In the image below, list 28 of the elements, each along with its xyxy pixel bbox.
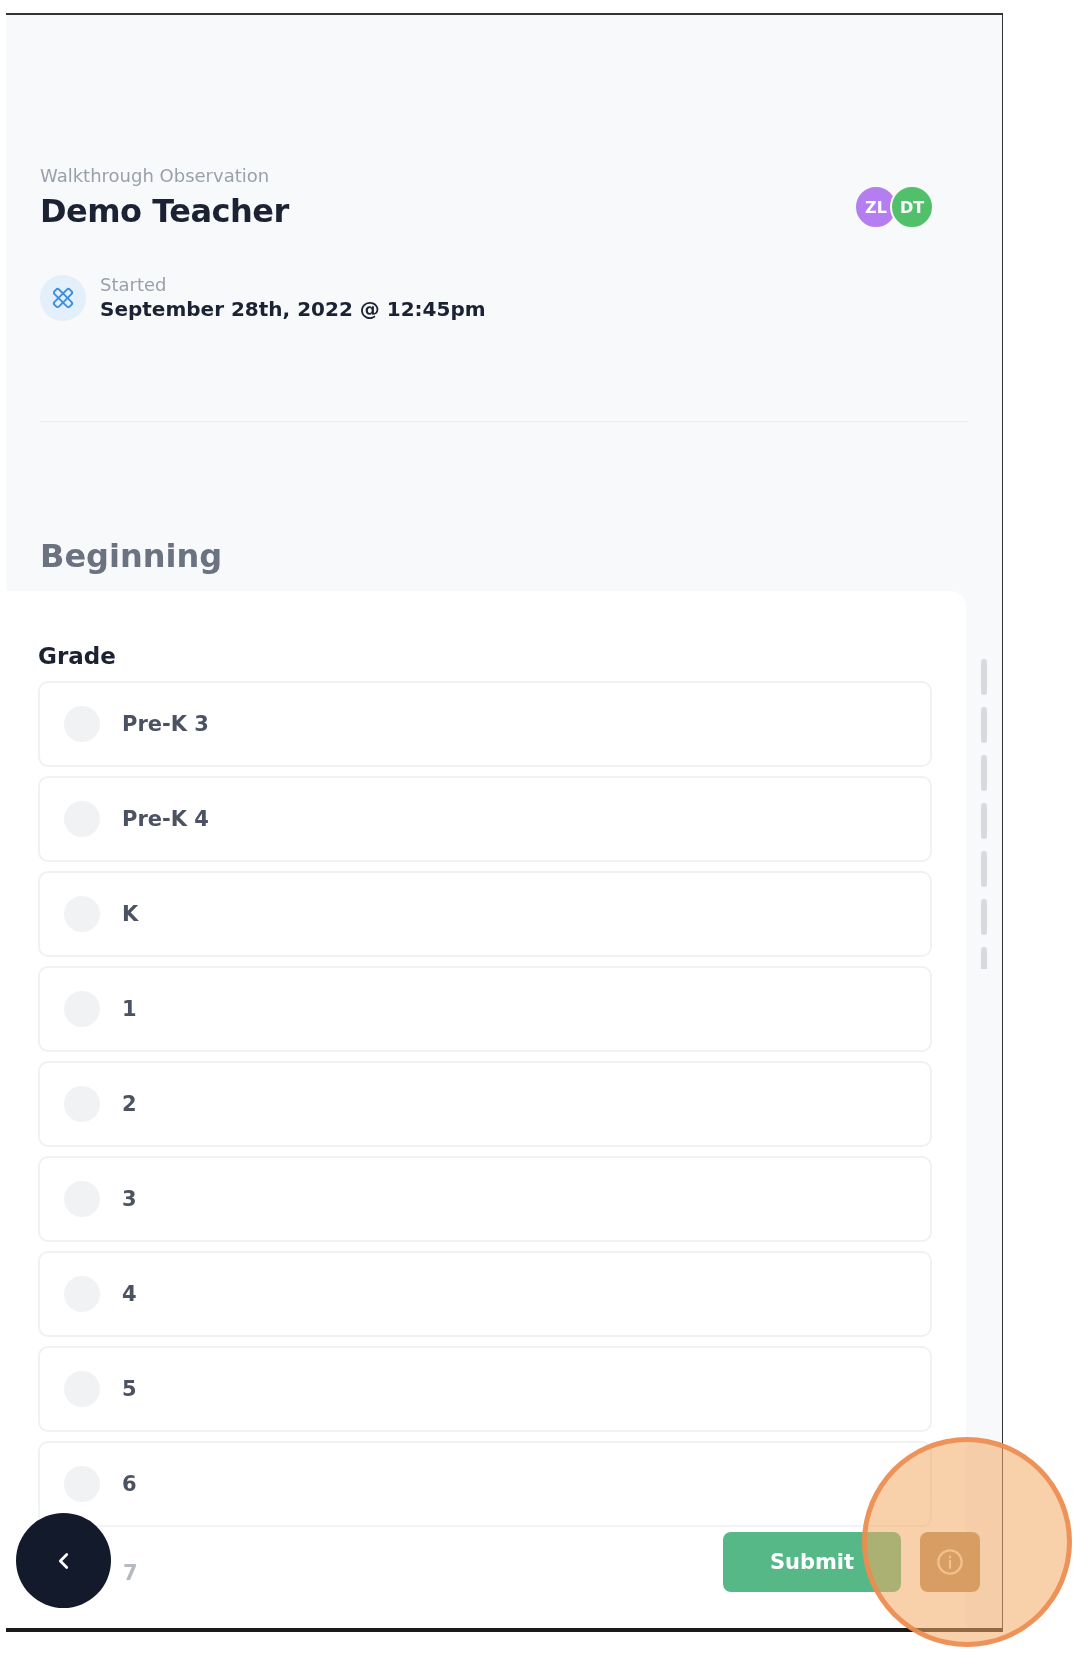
tools-icon: [40, 274, 86, 321]
section-title: Beginning: [40, 537, 224, 575]
option-label: 1: [122, 997, 137, 1021]
grade-option[interactable]: 5: [38, 1346, 932, 1432]
option-label: 6: [122, 1472, 137, 1496]
form-subtitle: Walkthrough Observation: [40, 165, 271, 186]
teacher-name: Demo Teacher: [40, 192, 289, 230]
grade-option[interactable]: 1: [38, 966, 932, 1052]
question-label: Grade: [38, 643, 117, 669]
grade-option[interactable]: 4: [38, 1251, 932, 1337]
grade-option[interactable]: 3: [38, 1156, 932, 1242]
grade-option[interactable]: Pre-K 4: [38, 776, 932, 862]
info-icon: [936, 1548, 964, 1576]
user-avatar: DT: [890, 185, 934, 229]
option-label: 4: [122, 1282, 137, 1306]
started-date: September 28th, 2022 @ 12:45pm: [100, 297, 486, 321]
grade-option[interactable]: 2: [38, 1061, 932, 1147]
option-label: 7: [123, 1561, 138, 1585]
started-label: Started: [100, 274, 168, 295]
grade-option[interactable]: K: [38, 871, 932, 957]
option-label: 3: [122, 1187, 137, 1211]
info-button[interactable]: [920, 1532, 980, 1592]
option-label: Pre-K 3: [122, 712, 209, 736]
option-label: 2: [122, 1092, 137, 1116]
option-label: Pre-K 4: [122, 807, 209, 831]
option-label: 5: [122, 1377, 137, 1401]
option-label: K: [122, 902, 139, 926]
grade-option[interactable]: Pre-K 3: [38, 681, 932, 767]
